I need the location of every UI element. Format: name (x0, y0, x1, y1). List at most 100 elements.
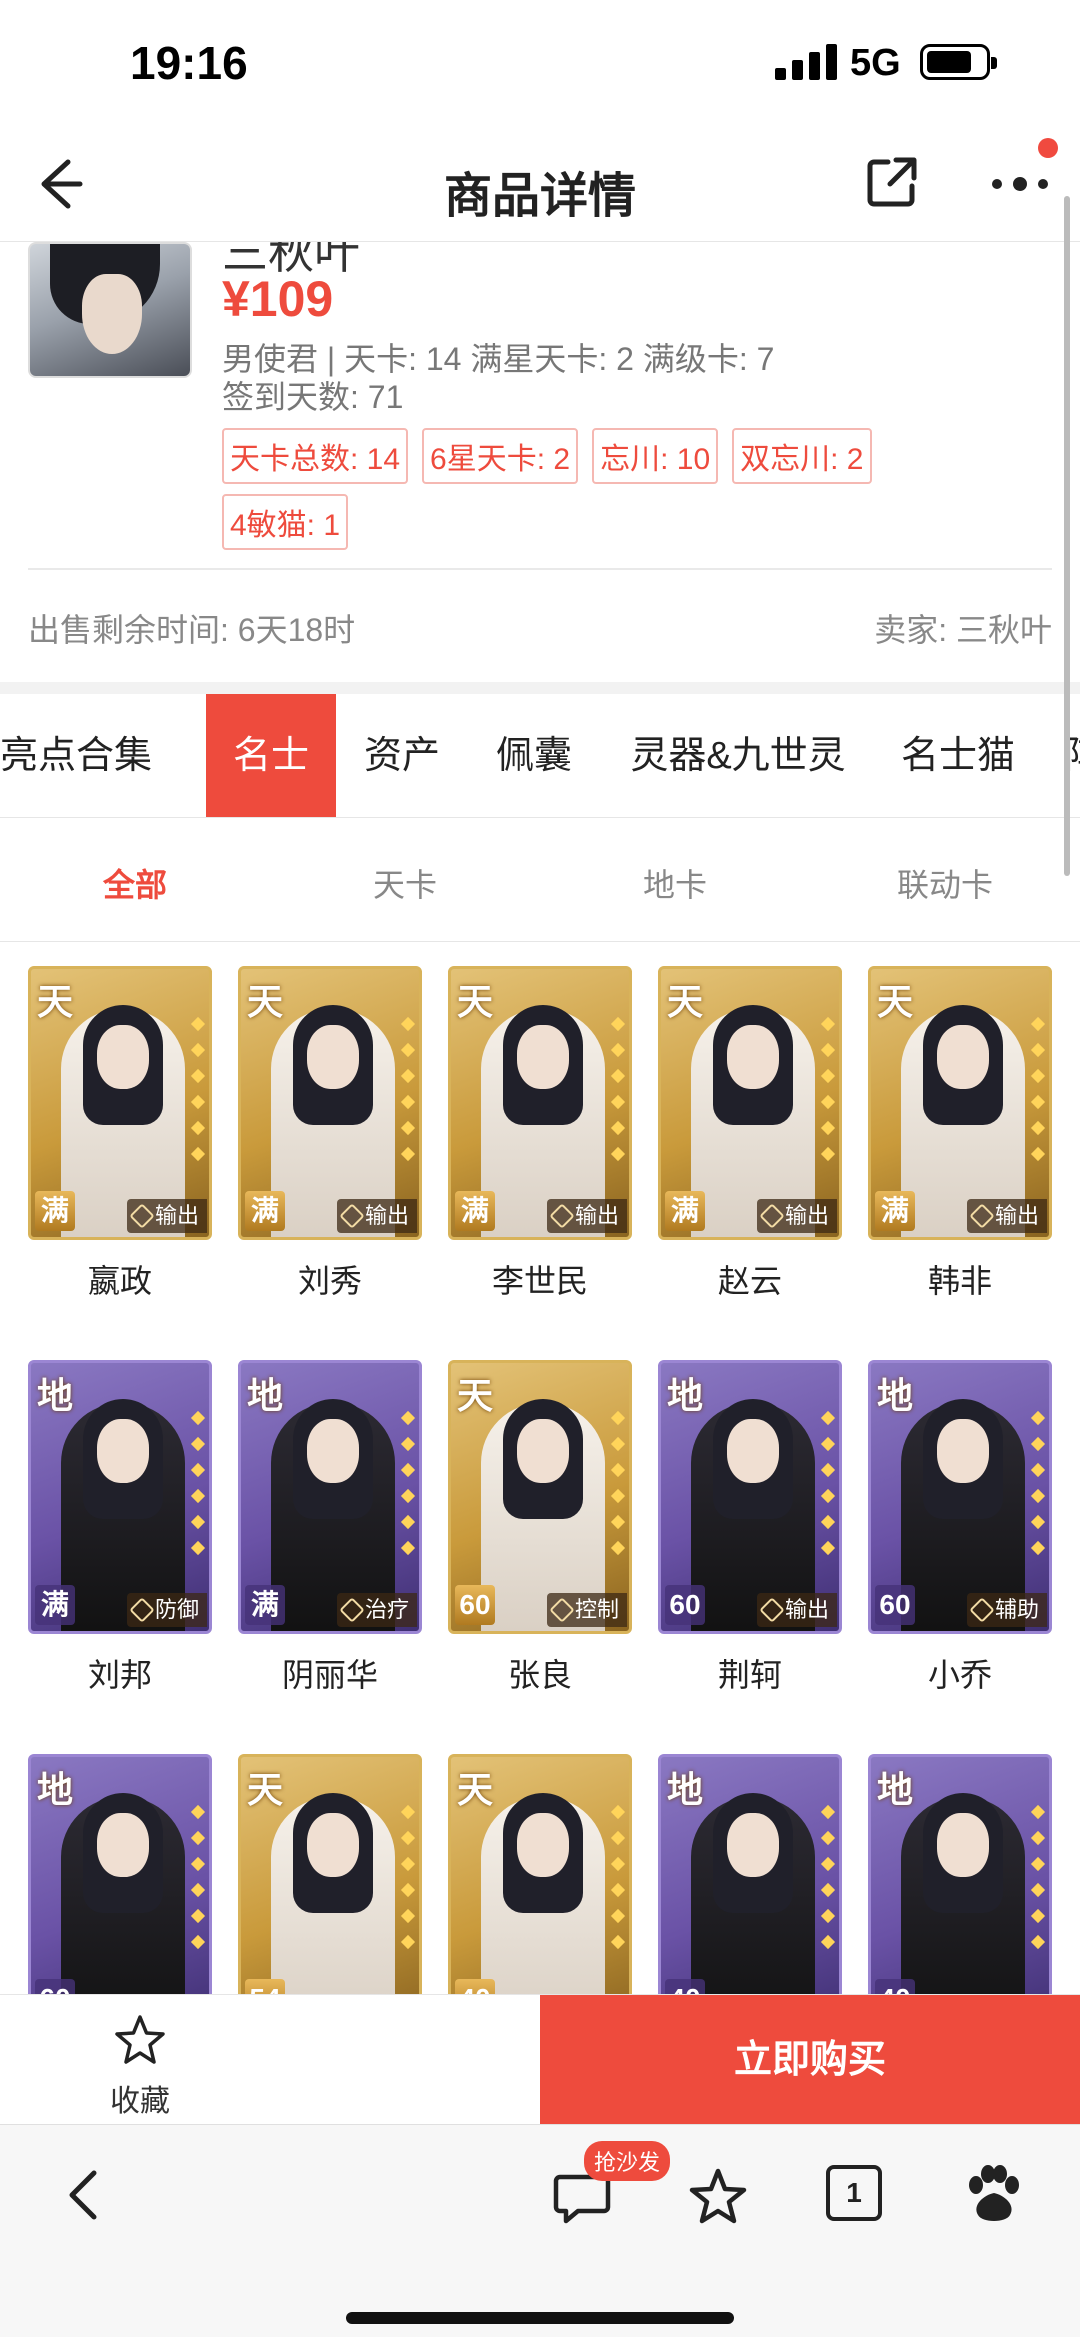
card-grade: 地 (37, 1769, 74, 1811)
meta-line-1: 男使君 | 天卡: 14 满星天卡: 2 满级卡: 7 (222, 341, 775, 377)
notification-dot (1038, 138, 1058, 158)
tab-artifacts[interactable]: 灵器&九世灵 (624, 694, 852, 817)
card-role: 输出 (126, 1199, 207, 1233)
filter-all[interactable]: 全部 (0, 860, 270, 906)
card-role: 输出 (756, 1593, 837, 1627)
hero-card[interactable]: 天 54 (238, 1754, 422, 1994)
card-level: 满 (245, 1191, 285, 1231)
hero-card-art: 天满 输出 (28, 966, 212, 1240)
favorite-button[interactable]: 收藏 (100, 2013, 180, 2120)
filter-collab[interactable]: 联动卡 (810, 860, 1080, 906)
filter-tian[interactable]: 天卡 (270, 860, 540, 906)
hero-card[interactable]: 地 40 (868, 1754, 1052, 1994)
browser-toolbar: 抢沙发 1 (0, 2124, 1080, 2337)
card-grade: 天 (667, 981, 704, 1023)
hero-name: 张良 (507, 1657, 572, 1693)
role-icon (759, 1203, 785, 1229)
hero-face (727, 1025, 779, 1089)
card-level: 40 (665, 1979, 705, 1994)
hero-card-art: 地 60 输出 (658, 1360, 842, 1634)
tab-highlights[interactable]: 亮点合集 (0, 694, 152, 817)
hero-card[interactable]: 天 40 (448, 1754, 632, 1994)
tab-cats[interactable]: 名士猫 (898, 694, 1018, 817)
hero-name: 李世民 (491, 1263, 588, 1299)
card-grade: 地 (667, 1769, 704, 1811)
card-grade: 天 (457, 1375, 494, 1417)
card-role-label: 输出 (154, 1203, 199, 1228)
hero-card[interactable]: 天满 输出 韩非 (868, 966, 1052, 1302)
hero-face (307, 1419, 359, 1483)
favorite-label: 收藏 (110, 2085, 170, 2118)
product-tag: 忘川: 10 (592, 428, 719, 484)
hero-card[interactable]: 地满 防御 刘邦 (28, 1360, 212, 1696)
hero-card[interactable]: 地 40 (658, 1754, 842, 1994)
hero-card[interactable]: 地 60 辅助 小乔 (868, 1360, 1052, 1696)
product-price: ¥109 (222, 271, 334, 327)
hero-card[interactable]: 天满 输出 赵云 (658, 966, 842, 1302)
status-time: 19:16 (130, 37, 248, 89)
hero-card[interactable]: 地 60 (28, 1754, 212, 1994)
card-role-label: 防御 (154, 1597, 199, 1622)
hero-name: 阴丽华 (281, 1657, 378, 1693)
hero-card[interactable]: 地 60 输出 荆轲 (658, 1360, 842, 1696)
hero-face (97, 1419, 149, 1483)
seller-name[interactable]: 卖家: 三秋叶 (874, 605, 1052, 651)
browser-back-icon[interactable] (56, 2165, 116, 2225)
home-indicator (346, 2312, 734, 2324)
star-rank (1030, 1410, 1046, 1563)
card-level: 60 (665, 1585, 705, 1625)
divider (28, 568, 1052, 570)
role-icon (129, 1597, 155, 1623)
role-icon (549, 1203, 575, 1229)
status-bar: 19:16 5G (0, 0, 1080, 130)
product-meta: 男使君 | 天卡: 14 满星天卡: 2 满级卡: 7 签到天数: 71 (222, 340, 774, 416)
card-level: 40 (875, 1979, 915, 1994)
hero-card[interactable]: 天满 输出 刘秀 (238, 966, 422, 1302)
card-role: 输出 (756, 1199, 837, 1233)
card-grade: 天 (457, 1769, 494, 1811)
tab-pouch[interactable]: 佩囊 (492, 694, 576, 817)
role-icon (759, 1597, 785, 1623)
role-icon (129, 1203, 155, 1229)
remaining-time: 出售剩余时间: 6天18时 (28, 612, 356, 648)
tab-assets[interactable]: 资产 (360, 694, 444, 817)
bookmark-star-icon[interactable] (686, 2165, 750, 2229)
card-level: 满 (245, 1585, 285, 1625)
hero-face (937, 1025, 989, 1089)
star-rank (1030, 1804, 1046, 1957)
share-icon[interactable] (862, 152, 922, 212)
hero-card-art: 地 60 辅助 (868, 1360, 1052, 1634)
scrollbar[interactable] (1064, 196, 1070, 876)
hero-face (517, 1025, 569, 1089)
hero-card[interactable]: 天 60 控制 张良 (448, 1360, 632, 1696)
card-role-label: 辅助 (994, 1597, 1039, 1622)
hero-card[interactable]: 天满 输出 李世民 (448, 966, 632, 1302)
card-grade: 天 (247, 981, 284, 1023)
card-grade: 地 (877, 1769, 914, 1811)
card-grade: 天 (247, 1769, 284, 1811)
star-rank (400, 1410, 416, 1563)
star-rank (1030, 1016, 1046, 1169)
role-icon (549, 1597, 575, 1623)
card-role-label: 输出 (994, 1203, 1039, 1228)
comment-badge: 抢沙发 (584, 2141, 671, 2181)
card-role: 控制 (546, 1593, 627, 1627)
tab-count-button[interactable]: 1 (826, 2165, 882, 2221)
hero-card[interactable]: 地满 治疗 阴丽华 (238, 1360, 422, 1696)
more-icon[interactable] (985, 152, 1055, 212)
card-role-label: 输出 (364, 1203, 409, 1228)
tab-mingshi[interactable]: 名士 (206, 694, 336, 817)
baidu-paw-icon[interactable] (958, 2161, 1028, 2231)
hero-card-art: 天满 输出 (868, 966, 1052, 1240)
buy-now-button[interactable]: 立即购买 (540, 1995, 1080, 2125)
card-level: 满 (35, 1191, 75, 1231)
product-tag: 4敏猫: 1 (222, 494, 349, 550)
card-level: 54 (245, 1979, 285, 1994)
role-icon (969, 1597, 995, 1623)
card-role: 输出 (336, 1199, 417, 1233)
card-grade: 地 (37, 1375, 74, 1417)
filter-di[interactable]: 地卡 (540, 860, 810, 906)
card-grade: 天 (37, 981, 74, 1023)
card-role-label: 治疗 (364, 1597, 409, 1622)
hero-card[interactable]: 天满 输出 嬴政 (28, 966, 212, 1302)
